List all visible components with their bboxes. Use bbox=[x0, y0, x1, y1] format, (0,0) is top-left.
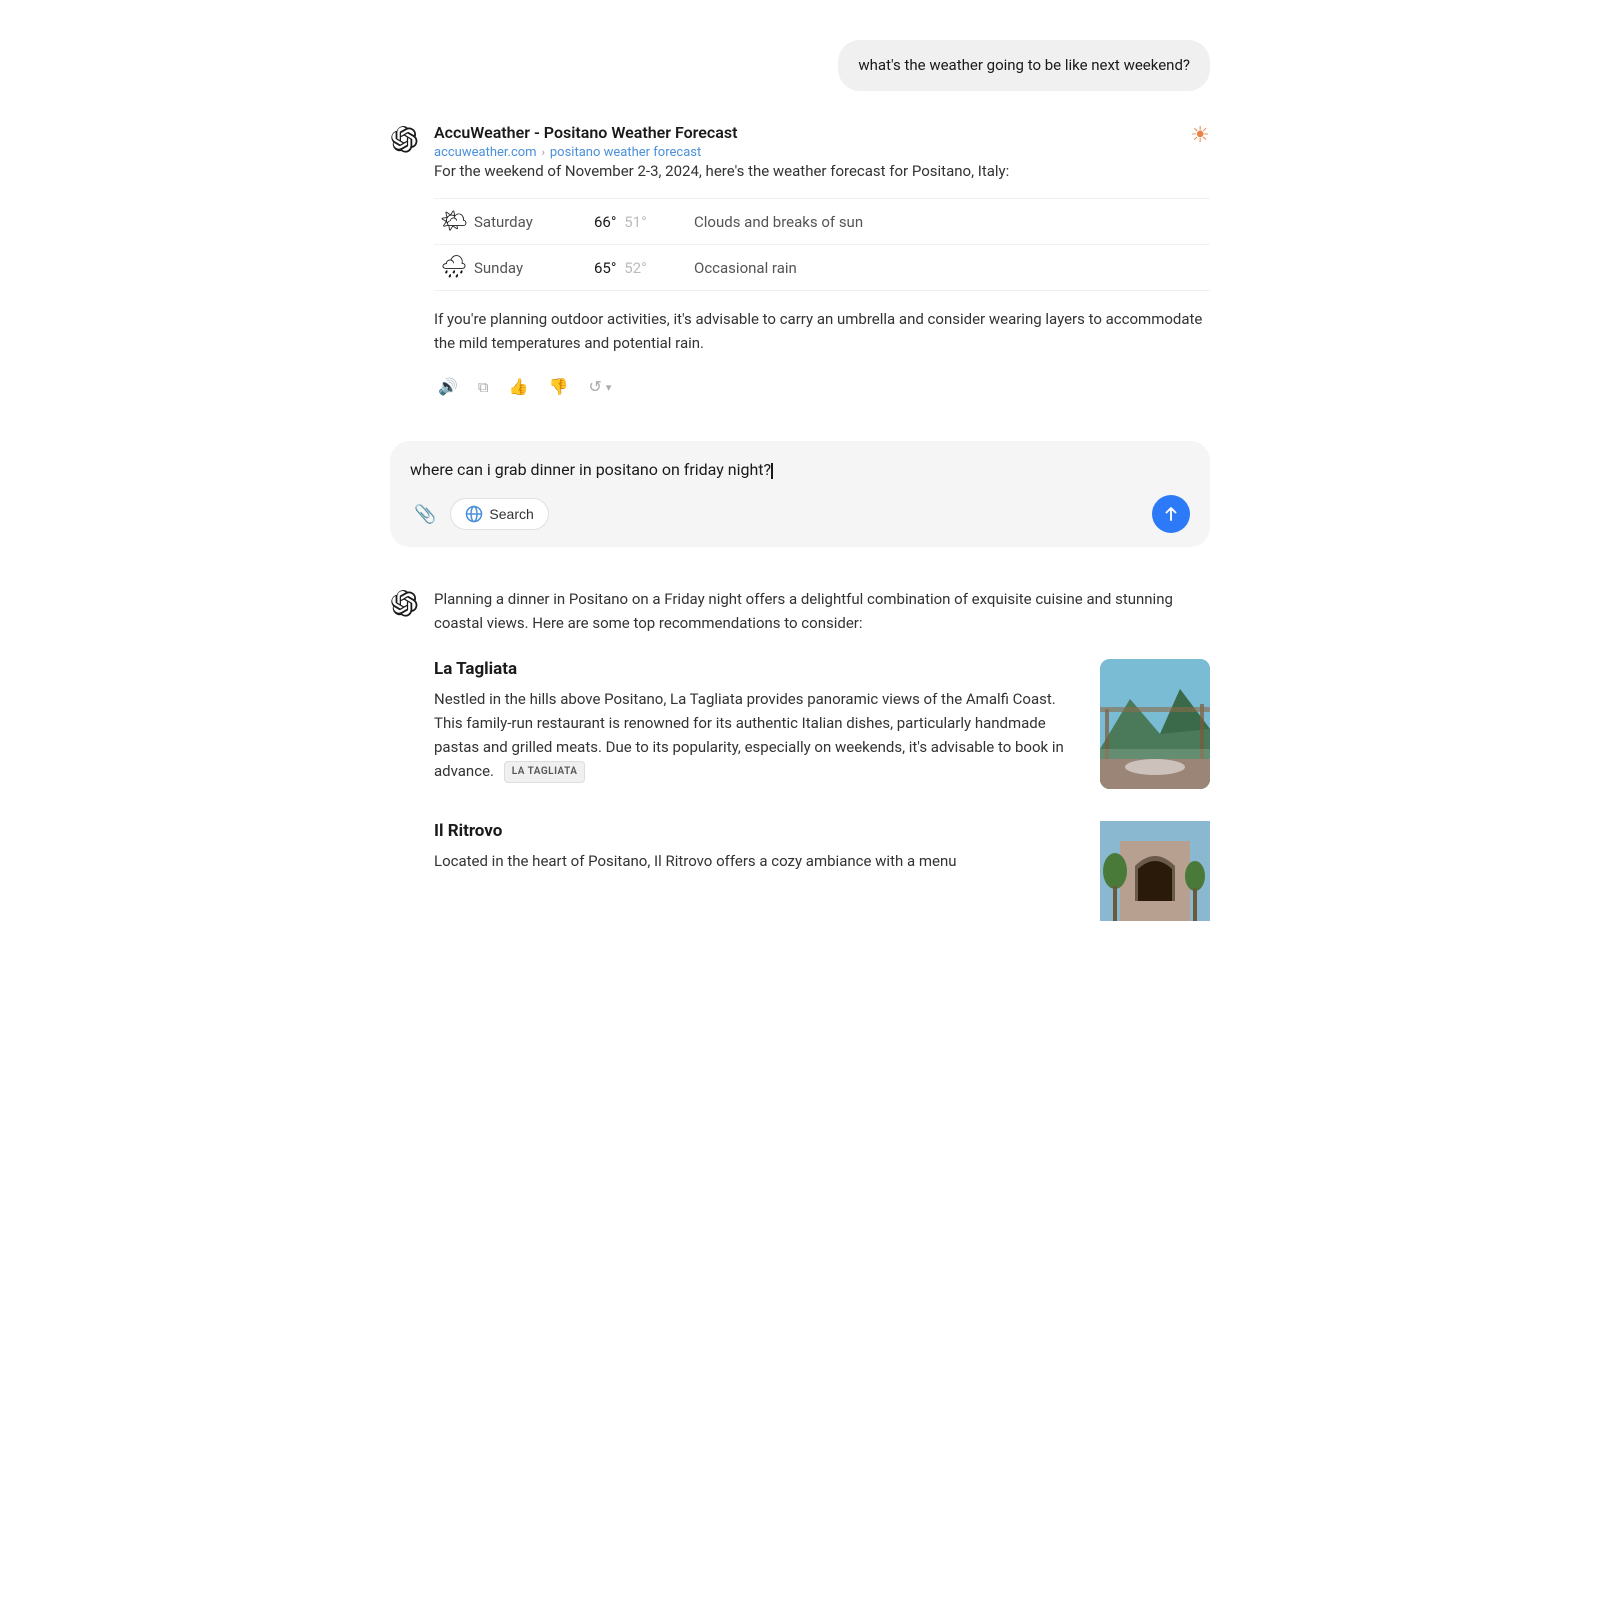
restaurant-info-tagliata: La Tagliata Nestled in the hills above P… bbox=[434, 659, 1084, 783]
source-header-wrap: AccuWeather - Positano Weather Forecast … bbox=[434, 123, 1210, 160]
restaurant-intro: Planning a dinner in Positano on a Frida… bbox=[434, 587, 1210, 635]
restaurant-desc-tagliata: Nestled in the hills above Positano, La … bbox=[434, 687, 1084, 783]
restaurant-desc-ritrovo: Located in the heart of Positano, Il Rit… bbox=[434, 849, 1084, 873]
refresh-button[interactable]: ↺ ▾ bbox=[584, 373, 615, 401]
restaurant-header-ritrovo: Il Ritrovo Located in the heart of Posit… bbox=[434, 821, 1210, 921]
refresh-chevron: ▾ bbox=[606, 381, 612, 394]
attach-button[interactable]: 📎 bbox=[410, 500, 440, 529]
thumbdown-icon: 👎 bbox=[549, 377, 569, 397]
send-button[interactable] bbox=[1152, 495, 1190, 533]
restaurant-item-ritrovo: Il Ritrovo Located in the heart of Posit… bbox=[434, 821, 1210, 921]
sunday-temp: 65° 52° bbox=[594, 259, 694, 277]
thumbdown-button[interactable]: 👎 bbox=[545, 373, 573, 401]
restaurant-name-tagliata: La Tagliata bbox=[434, 659, 1084, 679]
input-left: 📎 Search bbox=[410, 498, 549, 530]
send-arrow-icon bbox=[1162, 505, 1180, 523]
url-chevron: › bbox=[542, 146, 545, 159]
copy-icon: ⧉ bbox=[478, 379, 489, 396]
weather-source-icon: ☀ bbox=[1190, 123, 1210, 148]
search-button[interactable]: Search bbox=[450, 498, 548, 530]
ai-content-restaurants: Planning a dinner in Positano on a Frida… bbox=[434, 587, 1210, 953]
sunday-high: 65° bbox=[594, 259, 616, 277]
restaurant-name-ritrovo: Il Ritrovo bbox=[434, 821, 1084, 841]
saturday-temp: 66° 51° bbox=[594, 213, 694, 231]
user-bubble-1: what's the weather going to be like next… bbox=[838, 40, 1210, 91]
thumbup-button[interactable]: 👍 bbox=[505, 373, 533, 401]
restaurant-info-ritrovo: Il Ritrovo Located in the heart of Posit… bbox=[434, 821, 1084, 873]
source-url[interactable]: accuweather.com › positano weather forec… bbox=[434, 145, 1170, 160]
weather-intro: For the weekend of November 2-3, 2024, h… bbox=[434, 160, 1210, 183]
paperclip-icon: 📎 bbox=[414, 504, 436, 524]
source-path: positano weather forecast bbox=[550, 145, 701, 160]
sunday-desc: Occasional rain bbox=[694, 259, 797, 277]
sunday-day: Sunday bbox=[474, 259, 594, 277]
sun-icon: ☀ bbox=[1190, 123, 1210, 148]
ai-content-weather: AccuWeather - Positano Weather Forecast … bbox=[434, 123, 1210, 402]
input-toolbar: 📎 Search bbox=[410, 495, 1190, 533]
restaurant-image-tagliata bbox=[1100, 659, 1210, 789]
saturday-low: 51° bbox=[624, 213, 646, 231]
ai-avatar-2 bbox=[390, 589, 418, 617]
speak-icon: 🔊 bbox=[438, 377, 458, 397]
restaurant-tag-tagliata: LA TAGLIATA bbox=[504, 761, 586, 783]
input-text[interactable]: where can i grab dinner in positano on f… bbox=[410, 459, 1190, 481]
sunday-low: 52° bbox=[624, 259, 646, 277]
source-title: AccuWeather - Positano Weather Forecast bbox=[434, 123, 1170, 142]
ai-response-weather: AccuWeather - Positano Weather Forecast … bbox=[390, 123, 1210, 402]
saturday-desc: Clouds and breaks of sun bbox=[694, 213, 863, 231]
ai-response-restaurants: Planning a dinner in Positano on a Frida… bbox=[390, 587, 1210, 953]
thumbup-icon: 👍 bbox=[509, 377, 529, 397]
action-buttons-1: 🔊 ⧉ 👍 👎 ↺ ▾ bbox=[434, 373, 1210, 401]
saturday-high: 66° bbox=[594, 213, 616, 231]
user-message-text-1: what's the weather going to be like next… bbox=[858, 56, 1190, 74]
saturday-icon: 🌤 bbox=[434, 209, 474, 234]
weather-row-saturday: 🌤 Saturday 66° 51° Clouds and breaks of … bbox=[434, 198, 1210, 245]
weather-row-sunday: 🌧 Sunday 65° 52° Occasional rain bbox=[434, 245, 1210, 291]
user-message-1: what's the weather going to be like next… bbox=[390, 40, 1210, 91]
weather-table: 🌤 Saturday 66° 51° Clouds and breaks of … bbox=[434, 198, 1210, 291]
source-domain: accuweather.com bbox=[434, 145, 537, 160]
globe-icon bbox=[465, 505, 483, 523]
copy-button[interactable]: ⧉ bbox=[474, 375, 493, 400]
speak-button[interactable]: 🔊 bbox=[434, 373, 462, 401]
restaurant-header-tagliata: La Tagliata Nestled in the hills above P… bbox=[434, 659, 1210, 789]
input-cursor bbox=[771, 463, 773, 479]
input-content: where can i grab dinner in positano on f… bbox=[410, 460, 771, 479]
input-area[interactable]: where can i grab dinner in positano on f… bbox=[390, 441, 1210, 547]
ai-avatar-1 bbox=[390, 125, 418, 153]
weather-advice: If you're planning outdoor activities, i… bbox=[434, 307, 1210, 355]
sunday-icon: 🌧 bbox=[434, 255, 474, 280]
restaurant-item-tagliata: La Tagliata Nestled in the hills above P… bbox=[434, 659, 1210, 789]
search-label: Search bbox=[489, 506, 533, 522]
restaurant-image-ritrovo bbox=[1100, 821, 1210, 921]
saturday-day: Saturday bbox=[474, 213, 594, 231]
refresh-icon: ↺ bbox=[588, 377, 601, 397]
